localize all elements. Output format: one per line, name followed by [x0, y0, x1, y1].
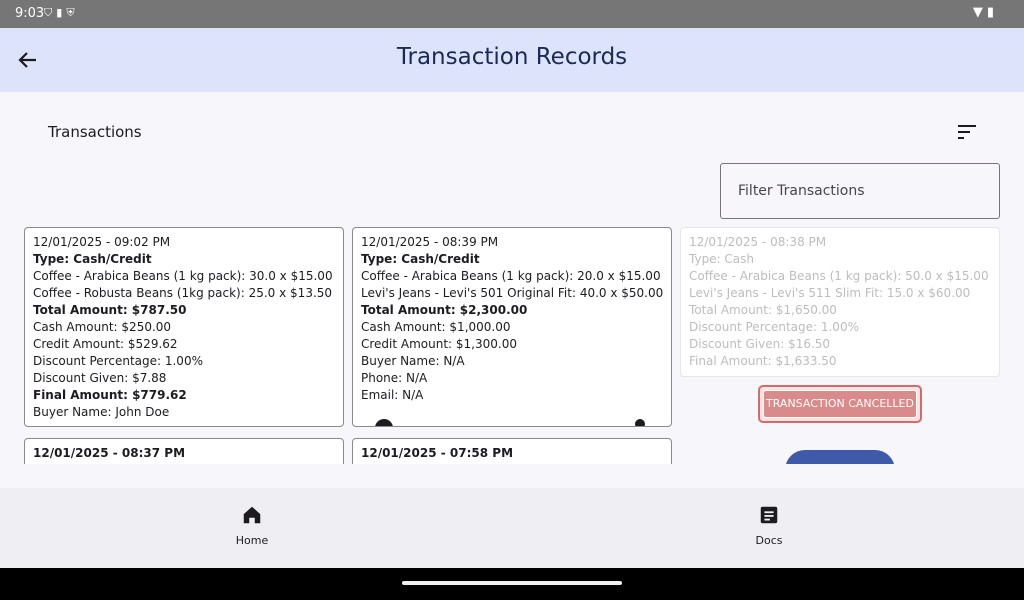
- transaction-item: Coffee - Arabica Beans (1 kg pack): 30.0…: [33, 269, 333, 283]
- nav-label-home: Home: [235, 534, 269, 547]
- nav-label-docs: Docs: [755, 534, 783, 547]
- sim-icon: ▮: [56, 6, 67, 19]
- status-left-icons: ⛉▮⛨: [44, 6, 79, 20]
- transaction-discount-given: Discount Given: $7.88: [33, 371, 167, 385]
- transaction-discount-pct: Discount Percentage: 1.00%: [33, 354, 203, 368]
- status-bar: 9:03 ⛉▮⛨ ▼▮: [0, 0, 1024, 28]
- transaction-cancelled-label: TRANSACTION CANCELLED: [763, 390, 917, 418]
- transaction-credit: Credit Amount: $1,300.00: [361, 337, 517, 351]
- close-icon[interactable]: [375, 419, 393, 426]
- transaction-email: Email: N/A: [361, 388, 424, 402]
- transaction-cancelled-badge[interactable]: TRANSACTION CANCELLED: [758, 385, 922, 423]
- bottom-navigation: Home Docs: [0, 488, 1024, 568]
- vpn-icon: ⛨: [66, 6, 79, 19]
- transaction-card[interactable]: 12/01/2025 - 09:02 PM Type: Cash/Credit …: [24, 227, 344, 427]
- transaction-datetime: 12/01/2025 - 08:37 PM: [33, 446, 186, 460]
- transaction-discount-pct: Discount Percentage: 1.00%: [689, 320, 859, 334]
- transaction-buyer: Buyer Name: John Doe: [33, 405, 170, 419]
- transaction-card-cancelled[interactable]: 12/01/2025 - 08:38 PM Type: Cash Coffee …: [680, 227, 1000, 377]
- transaction-final: Final Amount: $1,633.50: [689, 354, 837, 368]
- transaction-buyer: Buyer Name: N/A: [361, 354, 465, 368]
- filter-input[interactable]: [736, 182, 990, 200]
- page-title: Transaction Records: [396, 44, 628, 70]
- system-nav-bar: [0, 568, 1024, 600]
- transaction-datetime: 12/01/2025 - 07:58 PM: [361, 446, 514, 460]
- home-icon: [243, 506, 261, 524]
- scroll-edge: [0, 464, 1024, 488]
- document-icon: [760, 506, 778, 524]
- nav-item-home[interactable]: Home: [212, 504, 292, 547]
- section-title: Transactions: [48, 123, 142, 141]
- filter-field[interactable]: [720, 163, 1000, 219]
- transaction-item: Coffee - Arabica Beans (1 kg pack): 20.0…: [361, 269, 661, 283]
- transaction-item: Levi's Jeans - Levi's 501 Original Fit: …: [361, 286, 664, 300]
- app-bar: Transaction Records: [0, 28, 1024, 92]
- battery-icon: ▮: [986, 5, 998, 20]
- home-gesture-pill[interactable]: [402, 581, 622, 585]
- nav-item-docs[interactable]: Docs: [729, 504, 809, 547]
- transaction-item: Levi's Jeans - Levi's 511 Slim Fit: 15.0…: [689, 286, 971, 300]
- wifi-icon: ▼: [972, 5, 987, 20]
- sort-button[interactable]: [956, 122, 978, 142]
- transaction-datetime: 12/01/2025 - 08:39 PM: [361, 235, 499, 249]
- status-right-icons: ▼▮: [973, 5, 998, 20]
- transaction-item: Coffee - Arabica Beans (1 kg pack): 50.0…: [689, 269, 989, 283]
- transaction-cash: Cash Amount: $1,000.00: [361, 320, 511, 334]
- transaction-total: Total Amount: $2,300.00: [361, 303, 528, 317]
- transaction-final: Final Amount: $779.62: [33, 388, 187, 402]
- shield-icon: ⛉: [44, 6, 57, 19]
- transaction-card[interactable]: 12/01/2025 - 08:39 PM Type: Cash/Credit …: [352, 227, 672, 427]
- transactions-content: Transactions 12/01/2025 - 09:02 PM Type:…: [0, 92, 1024, 488]
- transaction-datetime: 12/01/2025 - 08:38 PM: [689, 235, 827, 249]
- sort-icon: [958, 125, 976, 139]
- transaction-datetime: 12/01/2025 - 09:02 PM: [33, 235, 171, 249]
- transaction-type: Type: Cash/Credit: [361, 252, 480, 266]
- status-time: 9:03: [15, 6, 45, 21]
- share-icon[interactable]: [635, 419, 645, 426]
- transaction-total: Total Amount: $787.50: [33, 303, 187, 317]
- transaction-discount-given: Discount Given: $16.50: [689, 337, 831, 351]
- transaction-total: Total Amount: $1,650.00: [689, 303, 837, 317]
- transaction-credit: Credit Amount: $529.62: [33, 337, 178, 351]
- transaction-cash: Cash Amount: $250.00: [33, 320, 172, 334]
- transaction-phone: Phone: N/A: [361, 371, 428, 385]
- transaction-type: Type: Cash/Credit: [33, 252, 152, 266]
- transaction-item: Coffee - Robusta Beans (1kg pack): 25.0 …: [33, 286, 333, 300]
- transaction-type: Type: Cash: [689, 252, 755, 266]
